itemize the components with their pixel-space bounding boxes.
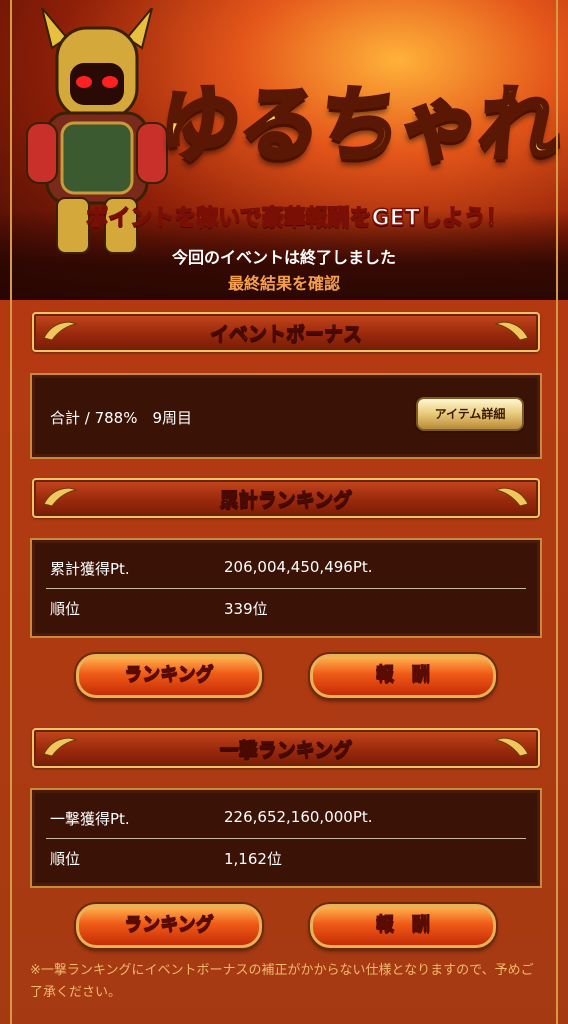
disclaimer-note: ※一撃ランキングにイベントボーナスの補正がかからない仕様となりますので、予めご了… [30, 963, 534, 1000]
single-hit-ranking-header: 一撃ランキング [32, 728, 540, 768]
event-bonus-panel: 合計 / 788% 9周目 アイテム詳細 [30, 373, 542, 459]
single-hit-ranking-panel: 一撃獲得Pt. 226,652,160,000Pt. 順位 1,162位 [30, 788, 542, 888]
event-bonus-title: イベントボーナス [209, 323, 362, 346]
event-page: ゆるちゃれ ポイントを稼いで豪華報酬をGETしよう！ 今回のイベントは終了しまし… [0, 0, 568, 1024]
cumulative-points-value: 206,004,450,496Pt. [224, 558, 373, 576]
cumulative-reward-button[interactable]: 報 酬 [310, 654, 496, 698]
final-result-link[interactable]: 最終結果を確認 [0, 270, 568, 294]
cumulative-ranking-title: 累計ランキング [219, 489, 353, 512]
single-rank-value: 1,162位 [224, 850, 282, 868]
cumulative-rank-label: 順位 [50, 600, 81, 618]
cumulative-ranking-button[interactable]: ランキング [76, 654, 262, 698]
bonus-summary: 合計 / 788% 9周目 [50, 409, 193, 427]
single-rank-label: 順位 [50, 850, 81, 868]
laurel-right-icon [494, 737, 529, 757]
event-logo: ゆるちゃれ [152, 76, 566, 175]
event-ended-text: 今回のイベントは終了しました [171, 248, 396, 267]
cumulative-ranking-header: 累計ランキング [32, 478, 540, 518]
single-hit-ranking-title: 一撃ランキング [219, 739, 353, 762]
event-banner: ゆるちゃれ ポイントを稼いで豪華報酬をGETしよう！ 今回のイベントは終了しまし… [0, 0, 568, 300]
single-points-label: 一撃獲得Pt. [50, 810, 130, 828]
divider [46, 588, 526, 589]
event-bonus-header: イベントボーナス [32, 312, 540, 352]
item-detail-button[interactable]: アイテム詳細 [416, 397, 524, 431]
single-ranking-button[interactable]: ランキング [76, 904, 262, 948]
cumulative-rank-value: 339位 [224, 600, 268, 618]
cumulative-ranking-panel: 累計獲得Pt. 206,004,450,496Pt. 順位 339位 [30, 538, 542, 638]
laurel-right-icon [494, 321, 529, 341]
banner-catchcopy: ポイントを稼いで豪華報酬をGETしよう！ [86, 205, 509, 232]
cumulative-points-label: 累計獲得Pt. [50, 560, 130, 578]
divider [46, 838, 526, 839]
laurel-right-icon [494, 487, 529, 507]
single-points-value: 226,652,160,000Pt. [224, 808, 373, 826]
single-reward-button[interactable]: 報 酬 [310, 904, 496, 948]
